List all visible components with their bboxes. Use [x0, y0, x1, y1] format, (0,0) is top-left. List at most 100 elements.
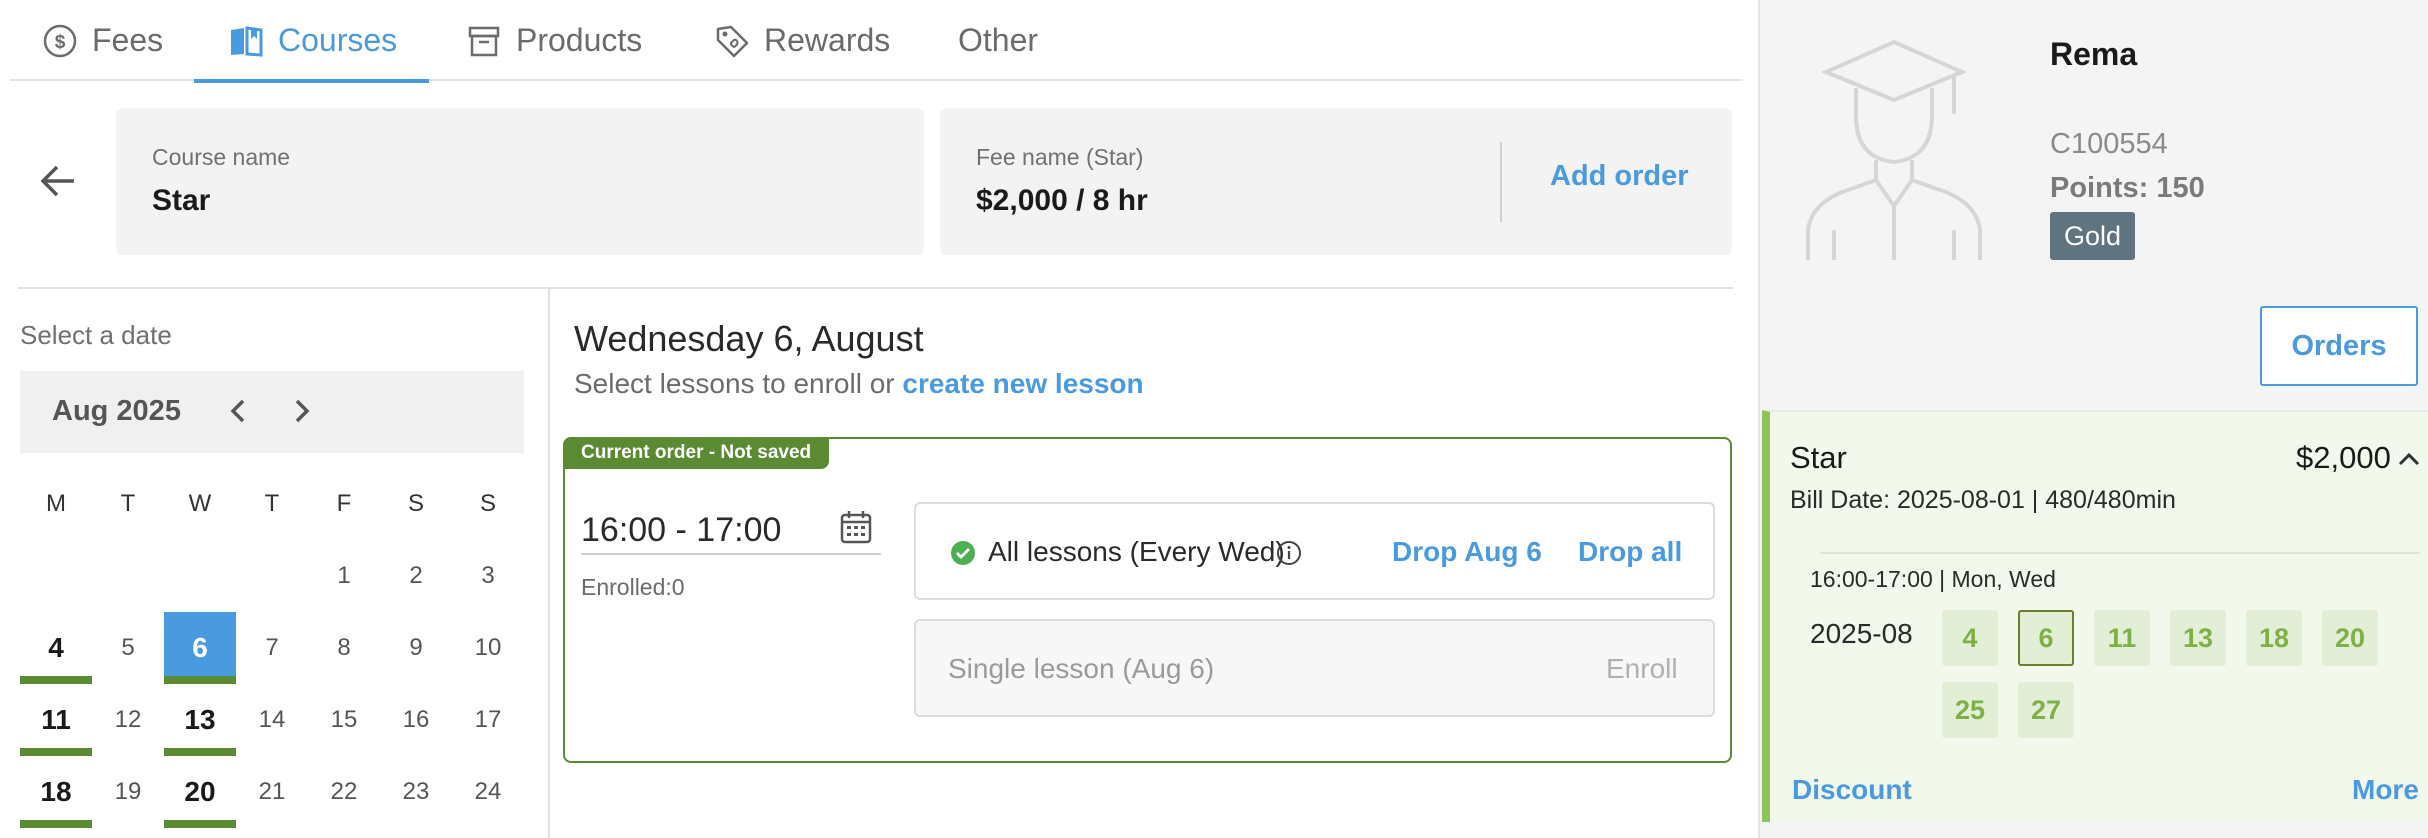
main-area: $ Fees Courses Products Rewards Other Co… — [0, 0, 1758, 838]
lesson-indicator — [20, 748, 92, 756]
calendar-day[interactable]: 7 — [236, 612, 308, 684]
tab-label: Courses — [278, 22, 398, 58]
divider — [1820, 552, 2420, 554]
drop-day-button[interactable]: Drop Aug 6 — [1392, 536, 1542, 568]
day-number: 13 — [184, 704, 216, 735]
customer-id: C100554 — [2050, 128, 2168, 160]
tab-other[interactable]: Other — [958, 0, 1038, 81]
calendar-day[interactable]: 24 — [452, 756, 524, 828]
calendar-day[interactable]: 23 — [380, 756, 452, 828]
day-number: 20 — [184, 776, 216, 807]
tab-rewards[interactable]: Rewards — [714, 0, 890, 81]
enroll-button[interactable]: Enroll — [1606, 653, 1678, 685]
lesson-indicator — [164, 820, 236, 828]
tab-fees[interactable]: $ Fees — [42, 0, 163, 81]
fee-card: Fee name (Star) $2,000 / 8 hr Add order — [940, 108, 1732, 255]
calendar-day[interactable]: 17 — [452, 684, 524, 756]
divider — [548, 289, 550, 838]
time-slot-value: 16:00 - 17:00 — [581, 511, 782, 549]
calendar-day[interactable]: 1 — [308, 540, 380, 612]
calendar-day[interactable]: 21 — [236, 756, 308, 828]
discount-link[interactable]: Discount — [1792, 774, 1912, 806]
selected-date-title: Wednesday 6, August — [574, 318, 924, 359]
order-course-name: Star — [1790, 440, 1847, 475]
graduate-avatar-icon — [1806, 39, 1982, 260]
customer-points: Points: 150 — [2050, 172, 2205, 204]
calendar-day[interactable]: 15 — [308, 684, 380, 756]
dollar-circle-icon: $ — [43, 24, 77, 57]
calendar-day[interactable]: 2 — [380, 540, 452, 612]
lesson-date-chip[interactable]: 20 — [2322, 610, 2378, 666]
customer-panel: Rema C100554 Points: 150 Gold Orders Sta… — [1758, 0, 2428, 838]
lesson-date-chip-selected[interactable]: 6 — [2018, 610, 2074, 666]
calendar-day[interactable]: 22 — [308, 756, 380, 828]
weekday-header: S — [407, 490, 424, 517]
time-slot-field[interactable]: 16:00 - 17:00 — [581, 505, 881, 555]
day-number: 4 — [48, 632, 64, 663]
calendar-day-with-lesson[interactable]: 18 — [20, 756, 92, 828]
archive-box-icon — [468, 26, 500, 56]
single-lesson-option[interactable]: Single lesson (Aug 6) Enroll — [914, 619, 1715, 717]
drop-all-button[interactable]: Drop all — [1578, 536, 1682, 568]
lesson-date-chip[interactable]: 18 — [2246, 610, 2302, 666]
add-order-button[interactable]: Add order — [1550, 160, 1689, 193]
tier-badge: Gold — [2050, 212, 2136, 260]
category-tabs: $ Fees Courses Products Rewards Other — [10, 0, 1743, 83]
chevron-right-icon[interactable] — [284, 393, 320, 429]
calendar-day[interactable]: 5 — [92, 612, 164, 684]
calendar-day[interactable]: 14 — [236, 684, 308, 756]
book-icon — [231, 25, 263, 57]
enrolled-count: Enrolled:0 — [581, 574, 685, 600]
day-number: 6 — [192, 632, 208, 663]
orders-button[interactable]: Orders — [2260, 306, 2418, 386]
chevron-up-icon[interactable] — [2396, 448, 2422, 470]
calendar-day[interactable]: 3 — [452, 540, 524, 612]
tab-products[interactable]: Products — [466, 0, 642, 81]
calendar-day-with-lesson[interactable]: 13 — [164, 684, 236, 756]
lesson-date-chip[interactable]: 25 — [1942, 682, 1998, 738]
weekday-header: T — [264, 490, 280, 517]
lesson-date-chip[interactable]: 11 — [2094, 610, 2150, 666]
tag-icon — [716, 25, 749, 57]
subtitle-text: Select lessons to enroll or — [574, 368, 903, 399]
lesson-date-chip[interactable]: 13 — [2170, 610, 2226, 666]
course-name-value: Star — [152, 184, 211, 217]
tab-label: Fees — [92, 22, 164, 58]
calendar-day[interactable]: 10 — [452, 612, 524, 684]
create-new-lesson-link[interactable]: create new lesson — [902, 368, 1143, 399]
calendar-day[interactable]: 19 — [92, 756, 164, 828]
day-number: 18 — [40, 776, 72, 807]
calendar-day-selected[interactable]: 6 — [164, 612, 236, 684]
back-arrow-icon[interactable] — [38, 160, 80, 202]
divider — [1500, 142, 1502, 222]
calendar-day[interactable]: 8 — [308, 612, 380, 684]
calendar-day-with-lesson[interactable]: 20 — [164, 756, 236, 828]
info-icon[interactable] — [1276, 540, 1302, 566]
select-date-label: Select a date — [20, 320, 172, 350]
calendar-day[interactable]: 9 — [380, 612, 452, 684]
calendar-icon[interactable] — [839, 509, 873, 545]
fee-value: $2,000 / 8 hr — [976, 184, 1148, 217]
more-link[interactable]: More — [2352, 774, 2419, 806]
tab-courses[interactable]: Courses — [193, 0, 430, 83]
all-lessons-option[interactable]: All lessons (Every Wed) Drop Aug 6 Drop … — [914, 502, 1715, 600]
lesson-indicator — [20, 676, 92, 684]
tab-label: Products — [516, 22, 643, 58]
all-lessons-label: All lessons (Every Wed) — [988, 536, 1285, 567]
tab-label: Rewards — [764, 22, 891, 58]
chevron-left-icon[interactable] — [220, 393, 256, 429]
fee-name-label: Fee name (Star) — [976, 144, 1144, 170]
lesson-date-chip[interactable]: 27 — [2018, 682, 2074, 738]
tab-label: Other — [958, 22, 1039, 58]
calendar-day-with-lesson[interactable]: 11 — [20, 684, 92, 756]
order-price: $2,000 — [2296, 440, 2391, 475]
calendar-day[interactable]: 16 — [380, 684, 452, 756]
lesson-indicator — [20, 820, 92, 828]
order-schedule: 16:00-17:00 | Mon, Wed — [1810, 566, 2056, 592]
lesson-indicator — [164, 676, 236, 684]
lesson-date-chip[interactable]: 4 — [1942, 610, 1998, 666]
calendar-day-with-lesson[interactable]: 4 — [20, 612, 92, 684]
order-summary-card: Star $2,000 Bill Date: 2025-08-01 | 480/… — [1762, 410, 2428, 822]
calendar-day[interactable]: 12 — [92, 684, 164, 756]
customer-name: Rema — [2050, 36, 2138, 72]
